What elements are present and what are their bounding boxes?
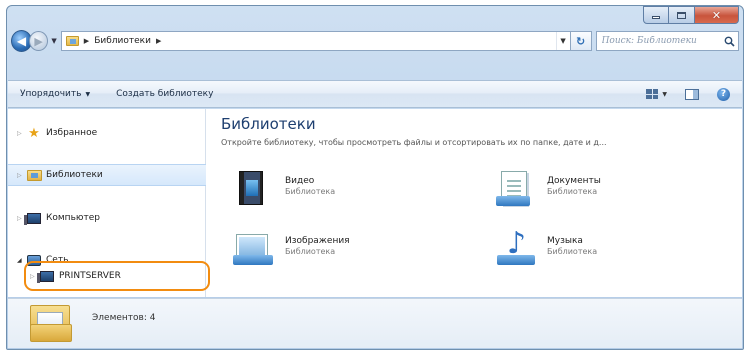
library-item-documents[interactable]: Документы Библиотека [493, 169, 693, 213]
library-name: Документы [547, 176, 601, 186]
nav-item-label: Компьютер [46, 213, 100, 223]
computer-icon [24, 212, 43, 225]
video-library-icon [231, 169, 275, 209]
minimize-button[interactable] [643, 6, 669, 24]
chevron-down-icon: ▼ [85, 91, 91, 98]
search-icon[interactable] [720, 36, 738, 47]
caption-buttons: ✕ [643, 6, 739, 24]
library-name: Видео [285, 176, 315, 186]
address-row: ◀ ▶ ▼ ▶ Библиотеки ▶ ▼ ↻ [11, 28, 739, 54]
nav-item-label: Библиотеки [46, 170, 103, 180]
library-item-pictures[interactable]: Изображения Библиотека [231, 229, 431, 273]
navigation-pane: ▷ ★ Избранное ▷ Библиотеки ▷ Компьютер ◢… [8, 109, 210, 297]
preview-pane-icon[interactable] [685, 88, 699, 100]
search-box[interactable] [595, 31, 739, 51]
search-input[interactable] [601, 36, 720, 46]
help-icon[interactable]: ? [717, 87, 730, 101]
maximize-icon [677, 11, 686, 19]
library-type: Библиотека [547, 187, 598, 196]
chevron-down-icon: ▼ [662, 90, 667, 98]
refresh-button[interactable]: ↻ [570, 31, 592, 51]
library-name: Изображения [285, 236, 350, 246]
new-library-button[interactable]: Создать библиотеку [116, 89, 213, 99]
libraries-folder-icon [25, 169, 43, 181]
forward-button[interactable]: ▶ [29, 31, 49, 51]
minimize-icon [652, 16, 660, 19]
collapse-arrow-icon[interactable]: ◢ [17, 257, 25, 264]
forward-arrow-icon: ▶ [34, 34, 43, 48]
content-area: ▷ ★ Избранное ▷ Библиотеки ▷ Компьютер ◢… [8, 109, 742, 297]
nav-item-libraries[interactable]: ▷ Библиотеки [8, 164, 206, 186]
item-count: Элементов: 4 [92, 313, 156, 323]
library-type: Библиотека [285, 187, 336, 196]
documents-library-icon [493, 169, 537, 209]
expand-arrow-icon[interactable]: ▷ [17, 172, 25, 179]
library-item-video[interactable]: Видео Библиотека [231, 169, 431, 213]
library-type: Библиотека [285, 247, 336, 256]
nav-item-label: Избранное [46, 128, 98, 138]
back-arrow-icon: ◀ [16, 34, 27, 48]
maximize-button[interactable] [669, 6, 695, 24]
organize-button[interactable]: Упорядочить ▼ [20, 89, 90, 99]
pictures-library-icon [231, 229, 275, 269]
explorer-window: ✕ ◀ ▶ ▼ ▶ Библиотеки ▶ ▼ ↻ Упорядочить▼ … [6, 5, 744, 350]
refresh-icon: ↻ [575, 34, 586, 48]
address-bar[interactable]: ▶ Библиотеки ▶ ▼ [60, 31, 571, 51]
nav-item-favorites[interactable]: ▷ ★ Избранное [8, 122, 206, 144]
libraries-pane: Библиотеки Откройте библиотеку, чтобы пр… [207, 109, 742, 297]
change-view-button[interactable]: ▼ [646, 89, 667, 99]
page-title: Библиотеки [221, 115, 316, 133]
recent-pages-dropdown[interactable]: ▼ [49, 37, 59, 45]
music-library-icon: ♪ [496, 226, 536, 265]
libraries-folder-icon [65, 36, 79, 46]
nav-item-computer[interactable]: ▷ Компьютер [8, 207, 206, 229]
breadcrumb-libraries[interactable]: Библиотеки [94, 36, 151, 46]
command-bar-right: ▼ ? [646, 87, 742, 101]
page-description: Откройте библиотеку, чтобы просмотреть ф… [221, 138, 607, 147]
details-pane: Элементов: 4 [8, 298, 742, 348]
star-icon: ★ [28, 125, 40, 141]
close-icon: ✕ [711, 8, 722, 22]
printserver-highlight-frame [24, 261, 210, 291]
address-dropdown-button[interactable]: ▼ [555, 32, 570, 50]
expand-arrow-icon[interactable]: ▷ [17, 130, 25, 137]
command-bar: Упорядочить ▼ Создать библиотеку ▼ ? [8, 80, 742, 108]
organize-label: Упорядочить [20, 89, 82, 99]
breadcrumb-separator-icon[interactable]: ▶ [156, 37, 161, 45]
breadcrumb-separator-icon[interactable]: ▶ [84, 37, 89, 45]
library-name: Музыка [547, 236, 583, 246]
libraries-folder-icon [30, 305, 72, 342]
view-grid-icon [646, 89, 659, 99]
library-item-music[interactable]: ♪ Музыка Библиотека [493, 229, 693, 273]
close-button[interactable]: ✕ [695, 6, 739, 24]
library-type: Библиотека [547, 247, 598, 256]
